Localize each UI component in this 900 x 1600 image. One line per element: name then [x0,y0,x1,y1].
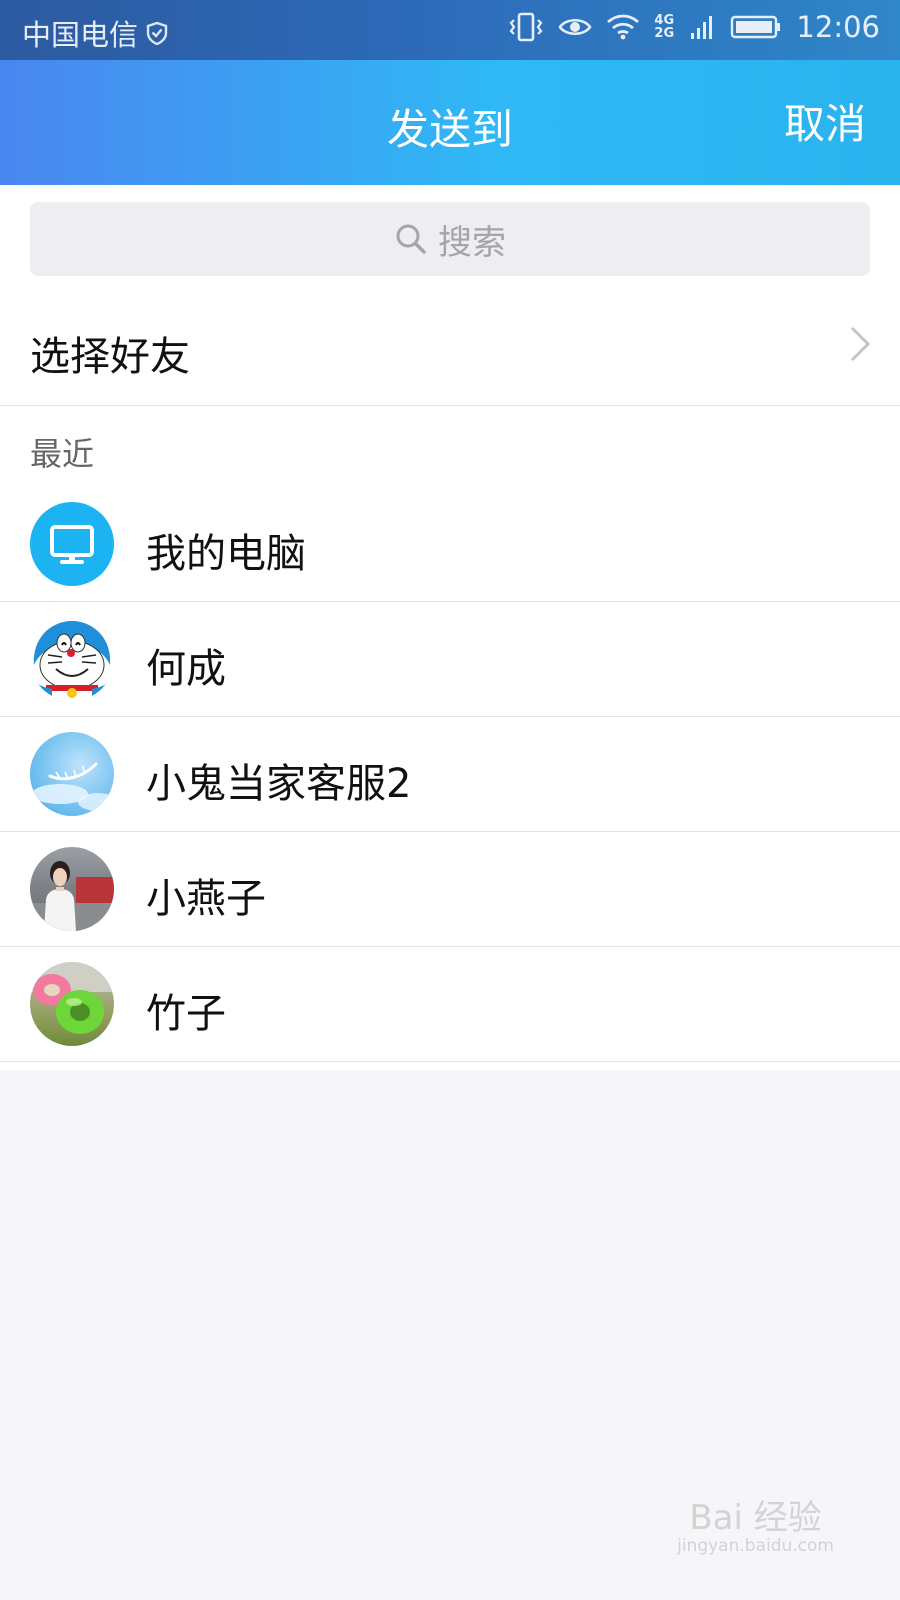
battery-icon [731,15,781,39]
contact-row[interactable]: 竹子 [0,947,900,1062]
cancel-button[interactable]: 取消 [784,90,866,150]
doraemon-avatar [30,617,114,701]
contact-row[interactable]: 小鬼当家客服2 [0,717,900,832]
wifi-icon [607,14,640,40]
eye-icon [558,18,592,36]
monitor-icon [50,525,94,564]
search-input[interactable]: 搜索 [30,202,870,276]
watermark-url: jingyan.baidu.com [677,1536,834,1557]
contact-name: 小鬼当家客服2 [146,761,412,807]
page-title: 发送到 [386,105,513,154]
contact-name: 何成 [146,646,226,692]
contact-row[interactable]: 何成 [0,602,900,717]
carrier-group: 中国电信 [22,12,170,54]
signal-icon [691,16,713,39]
select-friends-row[interactable]: 选择好友 [0,290,900,406]
status-icons: 4G 2G 12:06 [508,10,880,44]
shield-check-icon [146,21,168,46]
person-photo-icon [30,861,114,931]
swim-rings-icon [30,962,114,1034]
network-type: 4G 2G [654,13,675,41]
search-icon [396,224,426,254]
swim-rings-avatar [30,962,114,1046]
recent-section-header: 最近 [0,399,900,491]
contact-row[interactable]: 小燕子 [0,832,900,947]
chevron-right-icon [850,326,871,362]
clock: 12:06 [796,10,880,44]
sky-feather-avatar [30,732,114,816]
feather-icon [32,762,114,811]
contact-name: 小燕子 [146,876,266,922]
search-placeholder: 搜索 [438,222,506,263]
person-photo-avatar [30,847,114,931]
contact-name: 我的电脑 [146,531,306,577]
select-friends-label: 选择好友 [30,334,190,380]
share-target-list: 搜索 选择好友 最近 我的电脑 何成 小鬼当家客服2 小燕子 竹子 [0,185,900,1070]
doraemon-face-icon [30,617,114,701]
watermark-brand: Bai 经验 [689,1498,822,1538]
computer-avatar [30,502,114,586]
carrier-name: 中国电信 [22,18,139,52]
vibrate-icon [509,12,543,42]
baidu-watermark: Bai 经验 jingyan.baidu.com [677,1498,834,1557]
status-bar: 中国电信 4G 2G 12:06 [0,0,900,60]
contact-name: 竹子 [146,991,226,1037]
recent-label: 最近 [30,435,95,473]
nav-bar: 发送到 取消 [0,60,900,185]
contact-row[interactable]: 我的电脑 [0,487,900,602]
